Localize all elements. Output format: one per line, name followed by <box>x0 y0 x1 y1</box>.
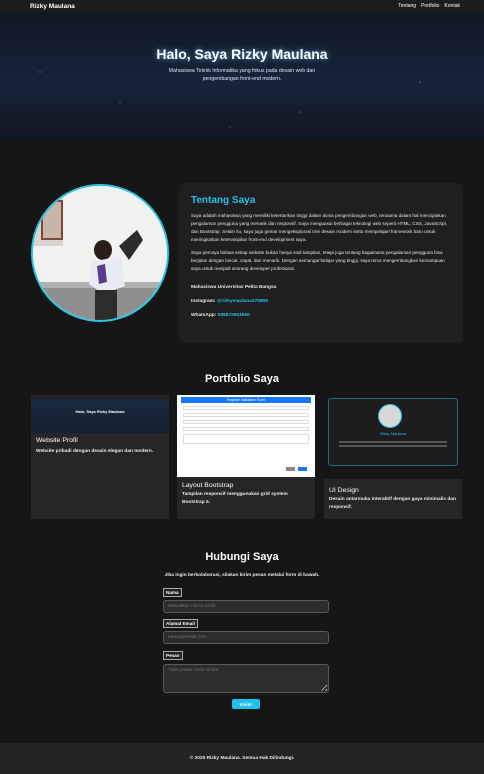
portfolio-card-title-3: UI Design <box>329 487 359 494</box>
hero-title: Halo, Saya Rizky Maulana <box>156 46 328 62</box>
whatsapp-label: WhatsApp: <box>191 313 217 319</box>
profile-photo-image <box>33 186 167 320</box>
message-label: Pesan <box>163 651 183 660</box>
instagram-label: Instagram: <box>191 299 216 305</box>
footer: © 2025 Rizky Maulana. Semua Hak Dilindun… <box>0 743 484 774</box>
portfolio-title: Portfolio Saya <box>205 373 279 385</box>
whatsapp-link[interactable]: 085872651650 <box>218 313 250 318</box>
thumb-navbar <box>31 395 169 399</box>
message-textarea[interactable] <box>163 664 329 693</box>
thumb-form-header: Register Validation Form <box>181 397 311 403</box>
thumb-profile-card: Rizky Maulana <box>328 398 458 466</box>
portfolio-card-2[interactable]: Register Validation Form Layout Bootstra… <box>177 395 315 519</box>
thumb-name: Rizky Maulana <box>379 431 407 436</box>
thumb-field <box>183 406 309 410</box>
thumb-button <box>298 467 307 471</box>
thumb-field <box>183 420 309 424</box>
portfolio-thumb-1: Halo, Saya Rizky Maulana <box>31 395 169 433</box>
portfolio-card-1[interactable]: Halo, Saya Rizky Maulana Website Profil … <box>31 395 169 519</box>
nav-link-kontak[interactable]: Kontak <box>444 3 460 9</box>
portfolio-card-desc-2: Tampilan responsif menggunakan grid syst… <box>182 492 288 505</box>
thumb-textarea <box>183 434 309 444</box>
contact-title: Hubungi Saya <box>205 551 279 563</box>
thumb-title: Halo, Saya Rizky Maulana <box>75 409 125 414</box>
email-label: Alamat Email <box>163 619 198 628</box>
thumb-line <box>339 445 447 447</box>
name-label: Nama <box>163 588 182 597</box>
footer-copyright: © 2025 Rizky Maulana. Semua Hak Dilindun… <box>189 756 295 761</box>
name-input[interactable] <box>163 600 329 613</box>
hero-section: Halo, Saya Rizky Maulana Mahasiswa Tekni… <box>0 12 484 140</box>
portfolio-thumb-3: Rizky Maulana <box>324 395 462 479</box>
nav-links: Tentang Portfolio Kontak <box>398 3 460 9</box>
nav-link-portfolio[interactable]: Portfolio <box>421 3 439 9</box>
contact-intro: Jika ingin berkolaborasi, silakan kirim … <box>164 573 320 578</box>
email-input[interactable] <box>163 631 329 644</box>
profile-photo <box>31 184 169 322</box>
brand-logo[interactable]: Rizky Maulana <box>30 3 75 10</box>
thumb-field <box>183 427 309 431</box>
about-university: Mahasiswa Universitas Pelita Bangsa <box>191 285 277 291</box>
portfolio-card-3[interactable]: Rizky Maulana UI Design Desain antarmuka… <box>324 395 462 519</box>
portfolio-card-title-1: Website Profil <box>36 437 78 444</box>
instagram-link[interactable]: @rizkymaulana270805 <box>217 299 268 304</box>
about-whatsapp: WhatsApp: 085872651650 <box>191 313 451 318</box>
about-card: Tentang Saya Saya adalah mahasiswa yang … <box>179 183 463 343</box>
portfolio-card-desc-1: Website pribadi dengan desain elegan dan… <box>36 449 154 454</box>
about-title: Tentang Saya <box>191 195 256 206</box>
thumb-avatar <box>378 404 402 428</box>
portfolio-card-title-2: Layout Bootstrap <box>182 482 234 489</box>
about-paragraph-1: Saya adalah mahasiswa yang memiliki kete… <box>191 213 448 243</box>
portfolio-card-desc-3: Desain antarmuka interaktif dengan gaya … <box>329 497 456 510</box>
thumb-button <box>286 467 295 471</box>
submit-button[interactable]: Kirim <box>232 699 260 709</box>
navbar: Rizky Maulana Tentang Portfolio Kontak <box>0 0 484 12</box>
about-paragraph-2: Saya percaya bahwa setiap website bukan … <box>191 250 445 272</box>
about-instagram: Instagram: @rizkymaulana270805 <box>191 299 451 304</box>
hero-subtitle: Mahasiswa Teknik Informatika yang fokus … <box>168 68 316 82</box>
nav-link-tentang[interactable]: Tentang <box>398 3 416 9</box>
thumb-line <box>339 441 447 443</box>
portfolio-thumb-2: Register Validation Form <box>177 395 315 477</box>
thumb-field <box>183 413 309 417</box>
